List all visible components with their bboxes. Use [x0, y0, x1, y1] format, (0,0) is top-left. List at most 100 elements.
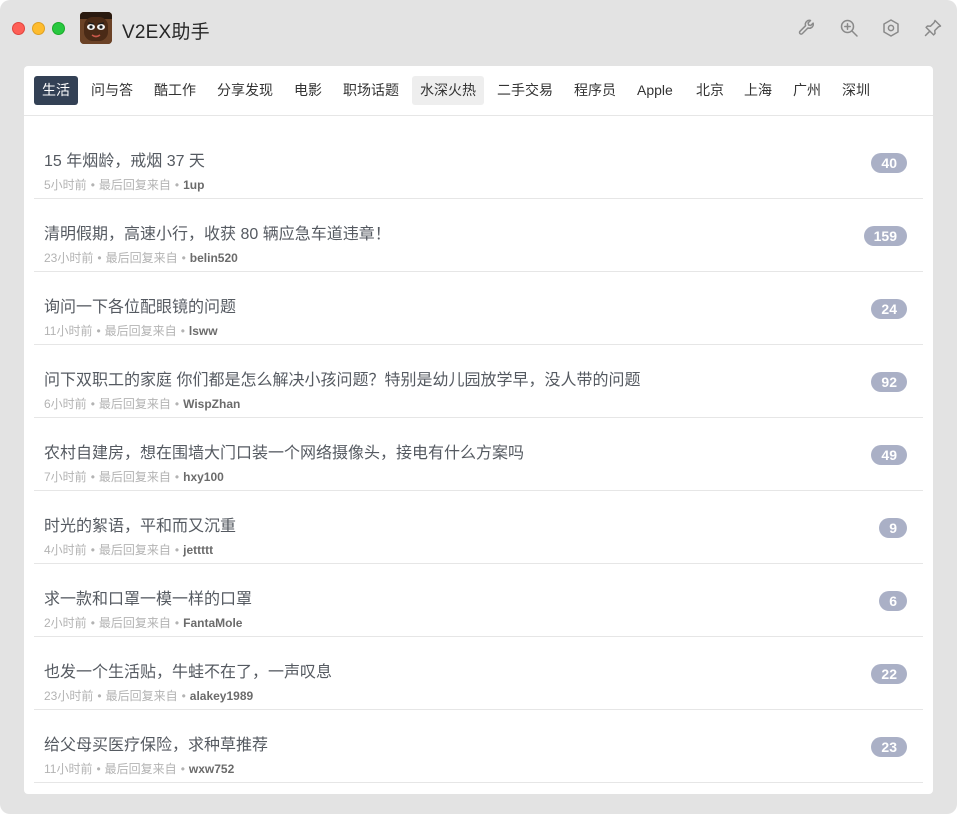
reply-count-badge[interactable]: 40	[871, 153, 907, 173]
topic-row[interactable]: 求一款和口罩一模一样的口罩 2小时前 • 最后回复来自 • FantaMole 6	[34, 564, 923, 637]
tab-beijing[interactable]: 北京	[688, 76, 732, 105]
topic-meta: 23小时前 • 最后回复来自 • alakey1989	[44, 687, 253, 704]
wrench-icon	[798, 19, 814, 35]
tab-jobs[interactable]: 酷工作	[146, 76, 204, 105]
topic-title[interactable]: 15 年烟龄，戒烟 37 天	[44, 147, 205, 171]
topic-meta: 11小时前 • 最后回复来自 • wxw752	[44, 760, 234, 777]
tab-shenzhen[interactable]: 深圳	[834, 76, 878, 105]
topic-row[interactable]: 15 年烟龄，戒烟 37 天 5小时前 • 最后回复来自 • 1up 40	[34, 126, 923, 199]
last-reply-label: 最后回复来自	[105, 251, 178, 265]
reply-count-badge[interactable]: 24	[871, 299, 907, 319]
tab-life[interactable]: 生活	[34, 76, 78, 105]
topic-row[interactable]: 也发一个生活贴，牛蛙不在了，一声叹息 23小时前 • 最后回复来自 • alakey198…	[34, 637, 923, 710]
topic-title[interactable]: 问下双职工的家庭 你们都是怎么解决小孩问题？特别是幼儿园放学早，没人带的问题	[44, 366, 640, 390]
last-reply-author[interactable]: jettttt	[183, 543, 213, 557]
topic-title[interactable]: 给父母买医疗保险，求种草推荐	[44, 731, 268, 755]
topic-title[interactable]: 求一款和口罩一模一样的口罩	[44, 585, 252, 609]
close-window-button[interactable]	[12, 22, 25, 35]
topic-time: 23小时前	[44, 251, 94, 265]
last-reply-label: 最后回复来自	[98, 616, 171, 630]
tab-career[interactable]: 职场话题	[335, 76, 407, 105]
tab-share[interactable]: 分享发现	[209, 76, 281, 105]
separator-dot: •	[90, 178, 95, 192]
last-reply-author[interactable]: belin520	[190, 251, 238, 265]
last-reply-label: 最后回复来自	[98, 543, 171, 557]
topic-time: 23小时前	[44, 689, 94, 703]
separator-dot: •	[90, 470, 95, 484]
reply-count-badge[interactable]: 92	[871, 372, 907, 392]
pin-button[interactable]	[921, 16, 945, 40]
topic-meta: 23小时前 • 最后回复来自 • belin520	[44, 249, 238, 266]
last-reply-author[interactable]: hxy100	[183, 470, 224, 484]
last-reply-author[interactable]: FantaMole	[183, 616, 242, 630]
last-reply-label: 最后回复来自	[98, 178, 171, 192]
topic-row[interactable]: 给父母买医疗保险，求种草推荐 11小时前 • 最后回复来自 • wxw752 23	[34, 710, 923, 783]
last-reply-label: 最后回复来自	[104, 762, 177, 776]
last-reply-label: 最后回复来自	[98, 397, 171, 411]
topic-time: 2小时前	[44, 616, 87, 630]
last-reply-author[interactable]: 1up	[183, 178, 204, 192]
app-window: V2EX助手 生活 问与答 酷工作 分享发现 电影 职场话题 水深火热 二手交易…	[0, 0, 957, 814]
topic-meta: 2小时前 • 最后回复来自 • FantaMole	[44, 614, 242, 631]
topic-meta: 11小时前 • 最后回复来自 • lsww	[44, 322, 218, 339]
separator-dot: •	[174, 470, 180, 484]
separator-dot: •	[180, 324, 185, 338]
zoom-in-button[interactable]	[837, 16, 861, 40]
last-reply-label: 最后回复来自	[98, 470, 171, 484]
separator-dot: •	[174, 543, 180, 557]
separator-dot: •	[90, 543, 95, 557]
node-tabs: 生活 问与答 酷工作 分享发现 电影 职场话题 水深火热 二手交易 程序员 Ap…	[24, 66, 933, 116]
topic-title[interactable]: 时光的絮语，平和而又沉重	[44, 512, 236, 536]
tab-shanghai[interactable]: 上海	[736, 76, 780, 105]
last-reply-author[interactable]: wxw752	[189, 762, 234, 776]
topic-meta: 7小时前 • 最后回复来自 • hxy100	[44, 468, 224, 485]
topic-meta: 5小时前 • 最后回复来自 • 1up	[44, 176, 204, 193]
settings-button[interactable]	[879, 16, 903, 40]
app-logo-icon	[80, 12, 112, 44]
topic-meta: 6小时前 • 最后回复来自 • WispZhan	[44, 395, 240, 412]
tab-guangzhou[interactable]: 广州	[785, 76, 829, 105]
reply-count-badge[interactable]: 22	[871, 664, 907, 684]
tab-movie[interactable]: 电影	[286, 76, 330, 105]
zoom-in-icon	[840, 19, 858, 37]
separator-dot: •	[90, 616, 95, 630]
topic-row[interactable]: 询问一下各位配眼镜的问题 11小时前 • 最后回复来自 • lsww 24	[34, 272, 923, 345]
last-reply-author[interactable]: alakey1989	[190, 689, 253, 703]
topic-title[interactable]: 询问一下各位配眼镜的问题	[44, 293, 236, 317]
separator-dot: •	[97, 251, 102, 265]
settings-icon	[883, 19, 899, 37]
separator-dot: •	[180, 762, 185, 776]
separator-dot: •	[97, 689, 102, 703]
topic-row[interactable]: 农村自建房，想在围墙大门口装一个网络摄像头，接电有什么方案吗 7小时前 • 最后回复来…	[34, 418, 923, 491]
separator-dot: •	[181, 689, 186, 703]
reply-count-badge[interactable]: 23	[871, 737, 907, 757]
minimize-window-button[interactable]	[32, 22, 45, 35]
app-title: V2EX助手	[122, 22, 210, 43]
topic-title[interactable]: 农村自建房，想在围墙大门口装一个网络摄像头，接电有什么方案吗	[44, 439, 524, 463]
reply-count-badge[interactable]: 6	[879, 591, 907, 611]
reply-count-badge[interactable]: 159	[863, 226, 907, 246]
maximize-window-button[interactable]	[52, 22, 65, 35]
tab-qna[interactable]: 问与答	[83, 76, 141, 105]
topic-title[interactable]: 清明假期，高速小行，收获 80 辆应急车道违章！	[44, 220, 391, 244]
tab-programmer[interactable]: 程序员	[566, 76, 624, 105]
reply-count-badge[interactable]: 9	[879, 518, 907, 538]
tab-deals[interactable]: 二手交易	[489, 76, 561, 105]
tab-deepwater[interactable]: 水深火热	[412, 76, 484, 105]
wrench-button[interactable]	[795, 16, 819, 40]
topic-time: 7小时前	[44, 470, 87, 484]
topic-time: 11小时前	[44, 762, 93, 776]
topic-time: 5小时前	[44, 178, 87, 192]
topic-row[interactable]: 清明假期，高速小行，收获 80 辆应急车道违章！ 23小时前 • 最后回复来自 • bel…	[34, 199, 923, 272]
last-reply-author[interactable]: lsww	[189, 324, 218, 338]
topic-row[interactable]: 问下双职工的家庭 你们都是怎么解决小孩问题？特别是幼儿园放学早，没人带的问题 6小…	[34, 345, 923, 418]
separator-dot: •	[181, 251, 186, 265]
topic-title[interactable]: 也发一个生活贴，牛蛙不在了，一声叹息	[44, 658, 332, 682]
reply-count-badge[interactable]: 49	[871, 445, 907, 465]
last-reply-author[interactable]: WispZhan	[183, 397, 240, 411]
tab-apple[interactable]: Apple	[629, 76, 681, 105]
topic-meta: 4小时前 • 最后回复来自 • jettttt	[44, 541, 213, 558]
topic-time: 6小时前	[44, 397, 87, 411]
topic-row[interactable]: 时光的絮语，平和而又沉重 4小时前 • 最后回复来自 • jettttt 9	[34, 491, 923, 564]
separator-dot: •	[174, 397, 180, 411]
